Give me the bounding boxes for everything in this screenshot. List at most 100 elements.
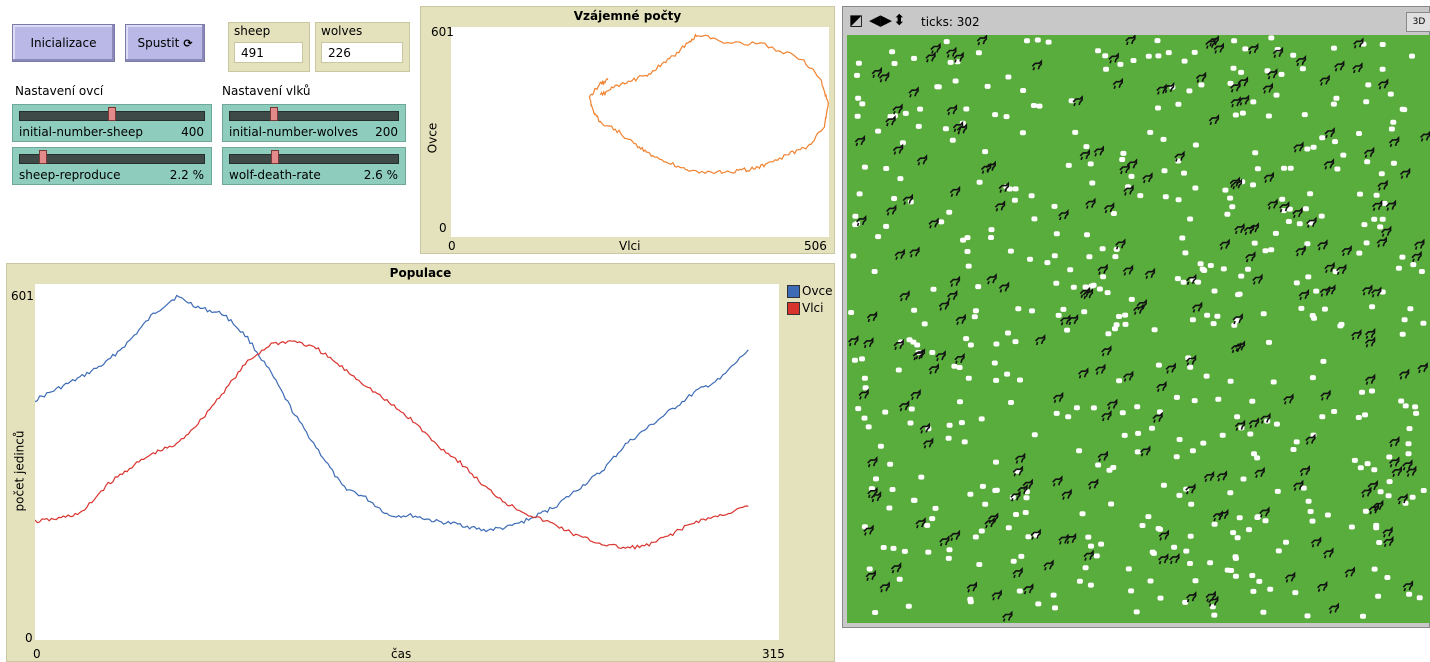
sheep-agent — [1207, 263, 1214, 268]
sheep-agent — [1023, 495, 1030, 501]
x-min-label: 0 — [33, 647, 41, 661]
sheep-agent — [1188, 501, 1195, 507]
wolf-agent — [1012, 566, 1023, 579]
sheep-agent — [1301, 112, 1308, 118]
sheep-agent — [1387, 91, 1394, 97]
horizontal-arrows-icon[interactable]: ◀▶ — [869, 11, 892, 29]
sheep-agent — [889, 487, 896, 492]
sheep-agent — [1012, 186, 1019, 192]
sheep-agent — [1151, 327, 1158, 333]
sheep-agent — [1160, 136, 1167, 142]
wolf-agent — [893, 338, 904, 351]
wolf-agent — [1293, 141, 1304, 153]
wolf-agent — [1252, 273, 1263, 285]
slider-knob[interactable] — [269, 107, 278, 121]
sheep-agent — [1191, 49, 1198, 55]
sheep-agent — [964, 249, 971, 254]
slider-track[interactable] — [19, 154, 205, 164]
slider-knob[interactable] — [271, 150, 280, 164]
slider-track[interactable] — [229, 154, 399, 164]
sheep-agent — [1369, 388, 1375, 394]
sheep-agent — [1010, 558, 1017, 564]
sheep-agent — [1379, 66, 1386, 72]
resize-icon[interactable]: ◩ — [849, 11, 863, 29]
sheep-agent — [1249, 573, 1256, 578]
slider-initial-number-sheep[interactable]: initial-number-sheep 400 — [12, 104, 212, 142]
sheep-agent — [982, 501, 989, 507]
sheep-agent — [1266, 339, 1272, 345]
sheep-agent — [961, 439, 968, 445]
wolf-agent — [947, 289, 958, 302]
sheep-agent — [1084, 232, 1090, 238]
sheep-agent — [1055, 312, 1062, 318]
slider-track[interactable] — [229, 111, 399, 121]
sheep-agent — [1340, 152, 1347, 158]
sheep-agent — [1187, 561, 1193, 566]
sheep-agent — [1378, 171, 1385, 177]
sheep-agent — [1173, 454, 1180, 460]
sheep-agent — [972, 308, 979, 314]
go-button[interactable]: Spustit ⟳ — [125, 24, 205, 62]
sheep-agent — [1407, 306, 1414, 312]
sheep-agent — [1105, 331, 1112, 337]
sheep-agent — [895, 367, 902, 373]
sheep-agent — [911, 55, 917, 61]
sheep-agent — [1174, 276, 1181, 282]
wolf-agent — [1101, 410, 1112, 422]
slider-knob[interactable] — [108, 107, 116, 121]
wolf-agent — [858, 388, 869, 400]
sheep-agent — [1030, 103, 1037, 108]
sheep-agent — [1365, 82, 1372, 88]
sheep-agent — [1313, 288, 1320, 294]
sheep-agent — [1013, 512, 1019, 517]
sheep-agent — [1260, 609, 1267, 615]
sheep-agent — [1371, 216, 1378, 222]
3d-button[interactable]: 3D — [1406, 12, 1430, 32]
sheep-agent — [1278, 71, 1285, 77]
wolf-agent — [908, 86, 919, 98]
sheep-agent — [1279, 196, 1286, 202]
population-plot-svg — [34, 294, 749, 550]
sheep-agent — [1268, 247, 1275, 253]
sheep-agent — [1070, 284, 1077, 290]
sheep-agent — [1227, 195, 1234, 201]
sheep-agent — [1369, 304, 1376, 310]
sheep-agent — [871, 269, 878, 274]
sheep-agent — [1285, 219, 1292, 224]
sheep-agent — [1020, 88, 1027, 93]
wolf-agent — [1123, 370, 1134, 382]
sheep-agent — [1254, 166, 1261, 172]
sheep-agent — [1305, 498, 1312, 504]
wolf-agent — [946, 104, 958, 116]
wolf-agent — [1299, 464, 1310, 477]
plot-area — [451, 27, 829, 237]
wolf-agent — [1263, 171, 1274, 183]
wolf-agent — [916, 154, 928, 166]
sheep-agent — [1319, 135, 1326, 141]
wolf-agent — [1060, 314, 1071, 326]
sheep-agent — [865, 424, 872, 430]
sheep-agent — [1245, 266, 1251, 272]
sheep-agent — [1157, 595, 1164, 601]
sheep-agent — [1227, 490, 1234, 496]
wolf-agent — [1126, 158, 1138, 170]
slider-knob[interactable] — [38, 150, 47, 164]
wolf-agent — [1052, 475, 1063, 487]
wolf-agent — [915, 517, 926, 529]
wolf-agent — [1133, 303, 1144, 315]
wolf-agent — [886, 204, 897, 216]
sheep-agent — [1230, 530, 1237, 536]
forever-icon: ⟳ — [183, 36, 193, 50]
slider-wolf-death-rate[interactable]: wolf-death-rate 2.6 % — [222, 147, 406, 185]
wolf-agent — [1216, 470, 1228, 482]
setup-button[interactable]: Inicializace — [12, 24, 115, 62]
sheep-agent — [1246, 527, 1252, 533]
vertical-arrows-icon[interactable]: ⬍ — [893, 11, 906, 29]
slider-sheep-reproduce[interactable]: sheep-reproduce 2.2 % — [12, 147, 212, 185]
wolf-agent — [892, 143, 904, 155]
slider-initial-number-wolves[interactable]: initial-number-wolves 200 — [222, 104, 406, 142]
sheep-agent — [848, 310, 855, 315]
sheep-agent — [1087, 161, 1094, 167]
sheep-agent — [1085, 534, 1092, 540]
wolf-settings-label: Nastavení vlků — [222, 84, 311, 98]
